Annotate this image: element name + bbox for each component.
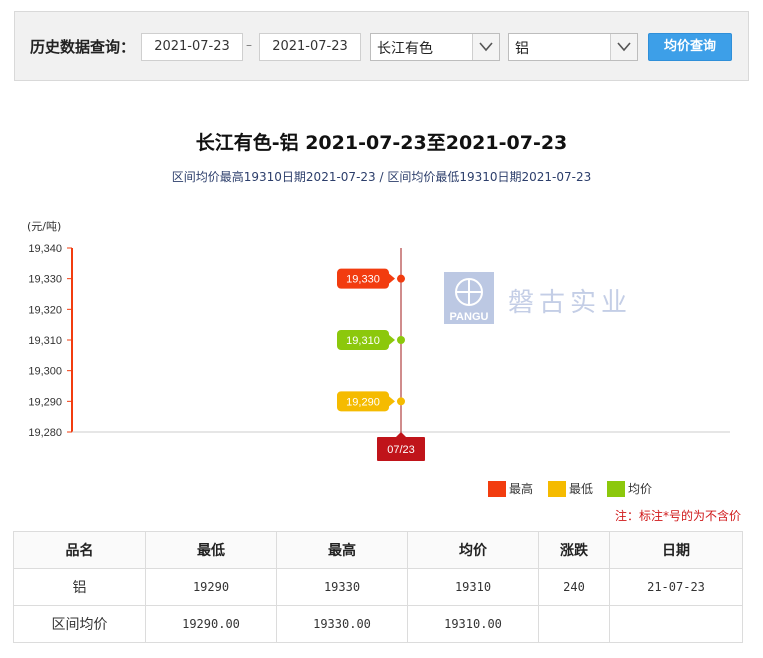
legend-item-low[interactable]: 最低 xyxy=(548,480,593,497)
data-label-pointer xyxy=(389,396,395,407)
table-cell: 19310.00 xyxy=(407,605,539,643)
data-label: 19,310 xyxy=(346,335,380,347)
data-point xyxy=(397,397,405,406)
chevron-down-icon[interactable] xyxy=(610,34,637,60)
data-point xyxy=(397,274,405,283)
table-row: 区间均价 19290.00 19330.00 19310.00 xyxy=(13,605,743,643)
y-tick-label: 19,310 xyxy=(28,335,62,347)
query-bar: 历史数据查询： 2021-07-23 – 2021-07-23 长江有色 铝 均… xyxy=(14,11,749,81)
column-header: 涨跌 xyxy=(538,531,610,569)
y-tick-label: 19,320 xyxy=(28,304,62,316)
metal-select[interactable]: 铝 xyxy=(508,33,638,61)
legend-item-high[interactable]: 最高 xyxy=(488,480,533,497)
table-cell: 21-07-23 xyxy=(609,568,743,606)
table-cell: 240 xyxy=(538,568,610,606)
data-label-pointer xyxy=(389,335,395,345)
data-label: 19,290 xyxy=(346,396,380,408)
table-cell: 19310 xyxy=(407,568,539,606)
metal-select-value: 铝 xyxy=(515,41,529,57)
query-label: 历史数据查询： xyxy=(30,38,136,56)
column-header: 最低 xyxy=(145,531,277,569)
table-cell: 19330.00 xyxy=(276,605,408,643)
data-label: 19,330 xyxy=(346,274,380,286)
market-select-value: 长江有色 xyxy=(377,41,433,57)
table-cell: 铝 xyxy=(13,568,146,606)
table-cell: 19290 xyxy=(145,568,277,606)
column-header: 品名 xyxy=(13,531,146,569)
average-price-query-button[interactable]: 均价查询 xyxy=(648,33,732,61)
chart-subtitle: 区间均价最高19310日期2021-07-23 / 区间均价最低19310日期2… xyxy=(171,170,592,184)
market-select[interactable]: 长江有色 xyxy=(370,33,500,61)
pangu-watermark: PANGU 磐古实业 xyxy=(444,272,644,328)
y-tick-label: 19,280 xyxy=(28,427,62,439)
table-cell: 19330 xyxy=(276,568,408,606)
y-tick-label: 19,300 xyxy=(28,366,62,378)
column-header: 最高 xyxy=(276,531,408,569)
legend-swatch-avg xyxy=(607,480,625,497)
price-note: 注：标注*号的为不含价 xyxy=(614,509,741,523)
table-cell: 19290.00 xyxy=(145,605,277,643)
y-tick-label: 19,290 xyxy=(28,396,62,408)
date-to-input[interactable]: 2021-07-23 xyxy=(259,33,361,61)
legend-swatch-low xyxy=(548,480,566,497)
x-tick-label: 07/23 xyxy=(387,444,415,456)
price-table: 品名 最低 最高 均价 涨跌 日期 铝 19290 19330 19310 24… xyxy=(13,531,743,643)
date-from-input[interactable]: 2021-07-23 xyxy=(141,33,243,61)
data-label-pointer xyxy=(389,273,395,284)
table-cell: 区间均价 xyxy=(13,605,146,643)
table-cell xyxy=(538,605,610,643)
legend-swatch-high xyxy=(488,480,506,497)
watermark-text: 磐古实业 xyxy=(508,288,633,318)
chevron-down-icon[interactable] xyxy=(472,34,499,60)
legend-item-avg[interactable]: 均价 xyxy=(607,480,652,497)
y-tick-label: 19,330 xyxy=(28,274,62,286)
y-tick-label: 19,340 xyxy=(28,243,62,255)
chart-title: 长江有色-铝 2021-07-23至2021-07-23 xyxy=(195,132,568,154)
svg-text:PANGU: PANGU xyxy=(450,311,489,323)
table-header-row: 品名 最低 最高 均价 涨跌 日期 xyxy=(13,531,743,569)
pangu-logo: PANGU xyxy=(444,272,494,324)
price-chart: 19,280 19,290 19,300 19,310 19,320 19,330 19,3… xyxy=(28,243,730,461)
data-point xyxy=(397,336,405,344)
date-separator: – xyxy=(246,38,252,52)
column-header: 日期 xyxy=(609,531,743,569)
x-category-tag-pointer xyxy=(396,432,406,437)
table-cell xyxy=(609,605,743,643)
column-header: 均价 xyxy=(407,531,539,569)
table-row: 铝 19290 19330 19310 240 21-07-23 xyxy=(13,568,743,606)
